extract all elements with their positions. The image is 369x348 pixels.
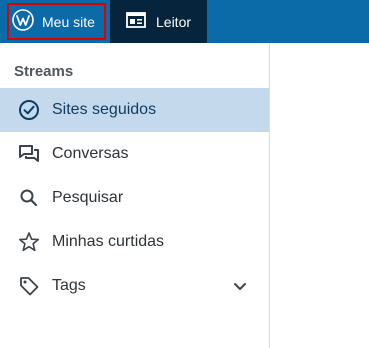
check-circle-icon — [18, 99, 40, 121]
nav-label-tags: Tags — [52, 277, 86, 294]
section-title-streams: Streams — [14, 63, 74, 80]
masterbar: Meu site Leitor — [0, 0, 369, 43]
nav-item-tags[interactable]: Tags — [0, 264, 269, 308]
my-site-label: Meu site — [42, 13, 95, 30]
reader-label: Leitor — [156, 13, 192, 30]
reader-main-area — [270, 43, 369, 348]
nav-label-my-likes: Minhas curtidas — [52, 233, 165, 250]
nav-item-search[interactable]: Pesquisar — [0, 176, 269, 220]
wordpress-icon — [12, 9, 34, 34]
nav-label-search: Pesquisar — [52, 189, 124, 206]
tag-icon — [18, 275, 40, 297]
nav-label-conversations: Conversas — [52, 145, 129, 162]
search-icon — [18, 187, 40, 209]
chevron-down-icon[interactable] — [230, 276, 250, 296]
nav-item-my-likes[interactable]: Minhas curtidas — [0, 220, 269, 264]
reader-tab[interactable]: Leitor — [110, 0, 207, 43]
star-icon — [18, 231, 40, 253]
my-site-tab[interactable]: Meu site — [0, 0, 110, 43]
conversation-icon — [18, 143, 40, 165]
nav-label-followed-sites: Sites seguidos — [52, 101, 157, 118]
nav-item-conversations[interactable]: Conversas — [0, 132, 269, 176]
nav-item-followed-sites[interactable]: Sites seguidos — [0, 88, 269, 132]
reader-sidebar: Streams Sites seguidos Conversas Pesquis… — [0, 43, 270, 348]
reader-icon — [126, 12, 146, 31]
